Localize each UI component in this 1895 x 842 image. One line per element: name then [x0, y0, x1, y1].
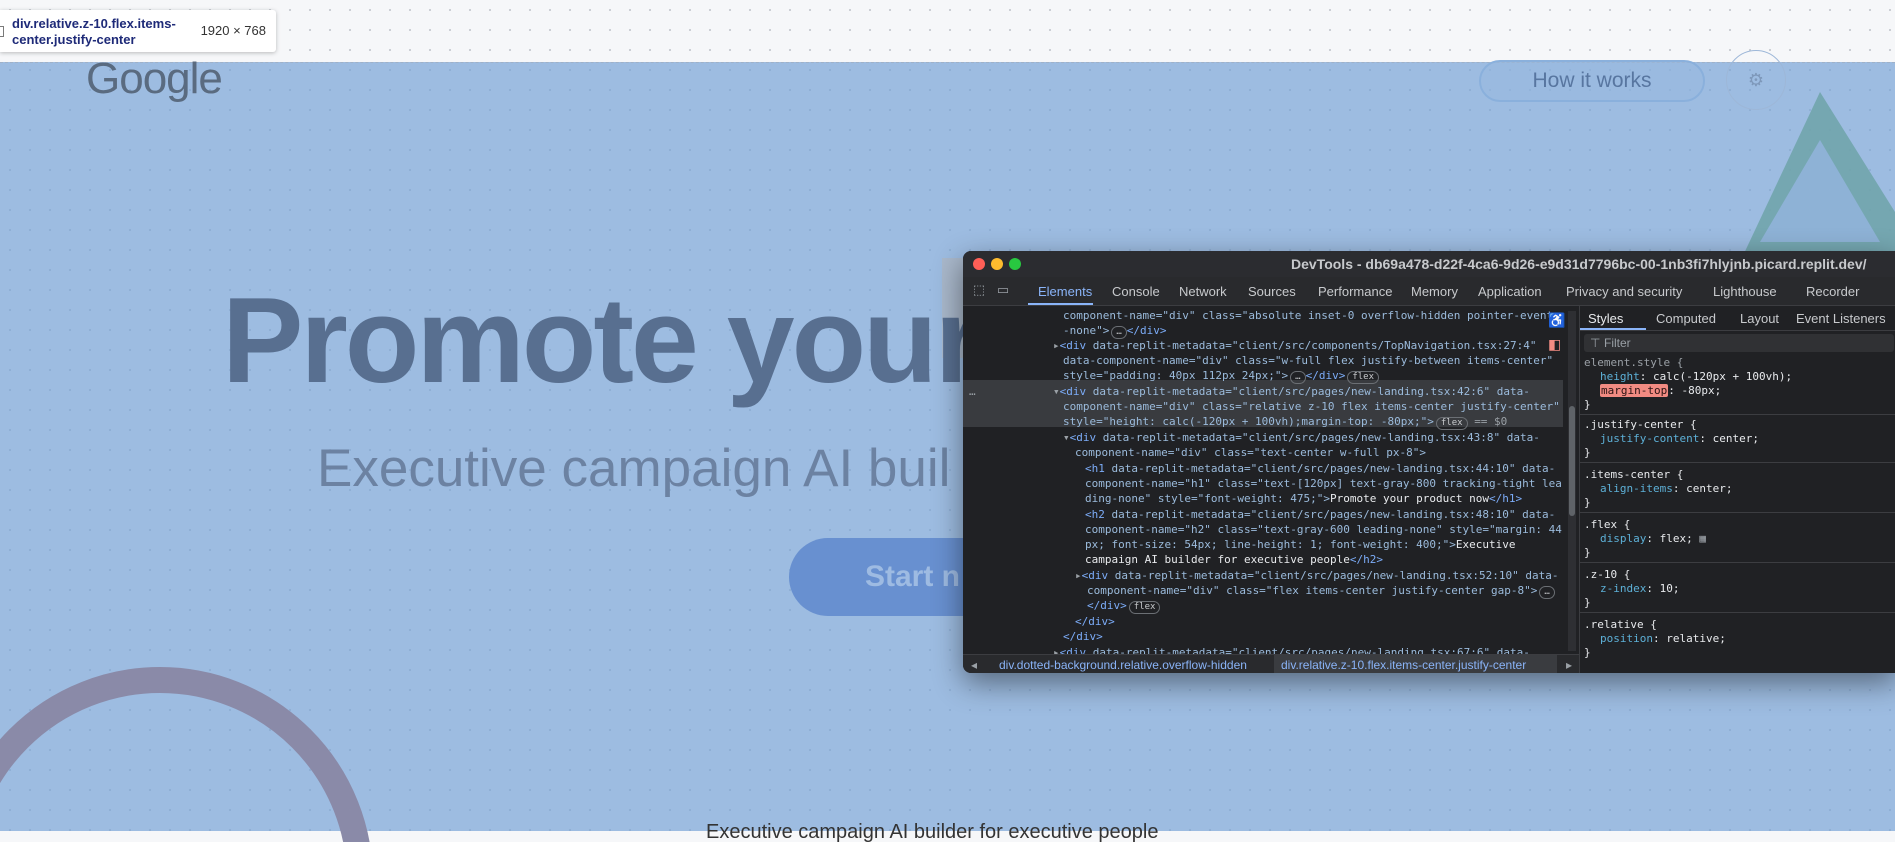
dom-line[interactable]: style="padding: 40px 112px 24px;">… </div… [1063, 368, 1380, 384]
close-window-button[interactable] [973, 258, 985, 270]
dom-line[interactable]: component-name="h2" class="text-gray-600… [1085, 522, 1562, 537]
decl-align-items[interactable]: align-items: center; [1600, 482, 1732, 496]
breadcrumb-item[interactable]: div.dotted-background.relative.overflow-… [999, 658, 1247, 672]
minimize-window-button[interactable] [991, 258, 1003, 270]
rule-divider [1580, 462, 1895, 463]
breadcrumb-item-active[interactable]: div.relative.z-10.flex.items-center.just… [1281, 658, 1526, 672]
dom-line[interactable]: </div> flex [1087, 598, 1161, 614]
tab-sources[interactable]: Sources [1248, 284, 1296, 299]
rule-divider [1580, 414, 1895, 415]
inspector-tooltip: div.relative.z-10.flex.items-center.just… [0, 10, 276, 52]
rule-flex[interactable]: .flex { [1584, 518, 1630, 532]
dom-line[interactable]: campaign AI builder for executive people… [1085, 552, 1383, 567]
dom-line[interactable]: </div> [1075, 614, 1115, 629]
tab-application[interactable]: Application [1478, 284, 1542, 299]
tab-event-listeners[interactable]: Event Listeners [1796, 311, 1886, 326]
dom-line[interactable]: <h1 data-replit-metadata="client/src/pag… [1085, 461, 1555, 476]
dom-line-selected[interactable]: component-name="div" class="relative z-1… [1063, 399, 1560, 414]
inspect-element-icon[interactable]: ⬚ [971, 283, 987, 297]
how-it-works-button[interactable]: How it works [1479, 60, 1705, 102]
rule-close: } [1584, 446, 1591, 459]
decl-justify-content[interactable]: justify-content: center; [1600, 432, 1759, 446]
tab-elements[interactable]: Elements [1038, 284, 1092, 299]
decl-height[interactable]: height: calc(-120px + 100vh); [1600, 370, 1792, 384]
rule-close: } [1584, 496, 1591, 509]
tab-network[interactable]: Network [1179, 284, 1227, 299]
decl-z-index[interactable]: z-index: 10; [1600, 582, 1679, 596]
rule-relative[interactable]: .relative { [1584, 618, 1657, 632]
google-logo[interactable]: Google [86, 54, 223, 104]
breadcrumb-left-arrow[interactable]: ◂ [971, 658, 977, 672]
dom-line[interactable]: component-name="div" class="absolute ins… [1063, 308, 1560, 323]
dom-line[interactable]: component-name="div" class="text-center … [1075, 445, 1426, 460]
styles-pane: Styles Computed Layout Event Listeners ⊤… [1579, 306, 1895, 673]
dom-line-selected[interactable]: style="height: calc(-120px + 100vh);marg… [1063, 414, 1507, 430]
styles-tab-indicator [1580, 328, 1646, 330]
elements-tree: component-name="div" class="absolute ins… [963, 306, 1563, 658]
flex-editor-icon[interactable]: ▦ [1699, 532, 1706, 545]
tab-layout[interactable]: Layout [1740, 311, 1779, 326]
decl-display[interactable]: display: flex; ▦ [1600, 532, 1706, 546]
tab-performance[interactable]: Performance [1318, 284, 1392, 299]
accessibility-icon[interactable]: ♿ [1548, 312, 1565, 329]
dom-line-selected[interactable]: ▾<div data-replit-metadata="client/src/p… [1053, 384, 1530, 399]
rule-divider [1580, 512, 1895, 513]
filter-icon: ⊤ [1590, 336, 1601, 350]
dom-marker-icon[interactable]: ◧ [1548, 336, 1561, 353]
devtools-titlebar[interactable]: DevTools - db69a478-d22f-4ca6-9d26-e9d31… [963, 251, 1895, 277]
rule-divider [1580, 612, 1895, 613]
active-tab-indicator [1028, 303, 1093, 305]
footer-subtitle: Executive campaign AI builder for execut… [706, 821, 1159, 842]
rule-close: } [1584, 398, 1591, 411]
rule-close: } [1584, 546, 1591, 559]
rule-divider [1580, 562, 1895, 563]
gear-icon: ⚙ [1747, 70, 1765, 90]
rule-justify-center[interactable]: .justify-center { [1584, 418, 1697, 432]
devtools-title: DevTools - db69a478-d22f-4ca6-9d26-e9d31… [1291, 256, 1867, 272]
styles-tabbar: Styles Computed Layout Event Listeners [1580, 306, 1895, 331]
breadcrumb-right-arrow[interactable]: ▸ [1566, 658, 1572, 672]
tab-lighthouse[interactable]: Lighthouse [1713, 284, 1777, 299]
device-toolbar-icon[interactable]: ▭ [995, 283, 1011, 297]
dom-line[interactable]: -none">… </div> [1063, 323, 1167, 339]
dom-line[interactable]: ▸<div data-replit-metadata="client/src/c… [1053, 338, 1536, 353]
dom-line[interactable]: </div> [1063, 629, 1103, 644]
rule-items-center[interactable]: .items-center { [1584, 468, 1683, 482]
rule-close: } [1584, 646, 1591, 659]
tab-computed[interactable]: Computed [1656, 311, 1716, 326]
hero-subtitle: Executive campaign AI buil [317, 439, 951, 498]
tab-privacy-security[interactable]: Privacy and security [1566, 284, 1682, 299]
dom-line[interactable]: ding-none" style="font-weight: 475;">Pro… [1085, 491, 1522, 506]
tab-recorder[interactable]: Recorder [1806, 284, 1859, 299]
styles-filter-input[interactable]: ⊤ Filter [1584, 334, 1894, 352]
elements-scrollbar-thumb[interactable] [1569, 406, 1575, 516]
tooltip-dimensions: 1920 × 768 [200, 23, 266, 38]
devtools-tabbar: ⬚ ▭ Elements Console Network Sources Per… [963, 277, 1895, 306]
dom-breadcrumbs: ◂ div.dotted-background.relative.overflo… [963, 654, 1579, 673]
dom-line[interactable]: ▸<div data-replit-metadata="client/src/p… [1075, 568, 1558, 583]
tab-console[interactable]: Console [1112, 284, 1160, 299]
dom-line[interactable]: px; font-size: 54px; line-height: 1; fon… [1085, 537, 1515, 552]
decorative-arc [0, 667, 370, 842]
decorative-triangle [1740, 92, 1895, 262]
decl-position[interactable]: position: relative; [1600, 632, 1726, 646]
tab-memory[interactable]: Memory [1411, 284, 1458, 299]
rule-element-style[interactable]: element.style { [1584, 356, 1683, 370]
devtools-window: DevTools - db69a478-d22f-4ca6-9d26-e9d31… [963, 251, 1895, 673]
decl-margin-top[interactable]: margin-top: -80px; [1600, 384, 1721, 398]
tooltip-marker [0, 26, 4, 37]
dom-dots-icon[interactable]: … [969, 384, 976, 399]
hero-title: Promote your [222, 272, 982, 408]
dom-line[interactable]: component-name="h1" class="text-[120px] … [1085, 476, 1562, 491]
dom-line[interactable]: <h2 data-replit-metadata="client/src/pag… [1085, 507, 1555, 522]
dom-line[interactable]: ▾<div data-replit-metadata="client/src/p… [1063, 430, 1540, 445]
dom-line[interactable]: data-component-name="div" class="w-full … [1063, 353, 1553, 368]
rule-close: } [1584, 596, 1591, 609]
zoom-window-button[interactable] [1009, 258, 1021, 270]
tooltip-selector: div.relative.z-10.flex.items-center.just… [12, 16, 176, 47]
tab-styles[interactable]: Styles [1588, 311, 1623, 326]
dom-line[interactable]: component-name="div" class="flex items-c… [1087, 583, 1555, 599]
rule-z-10[interactable]: .z-10 { [1584, 568, 1630, 582]
